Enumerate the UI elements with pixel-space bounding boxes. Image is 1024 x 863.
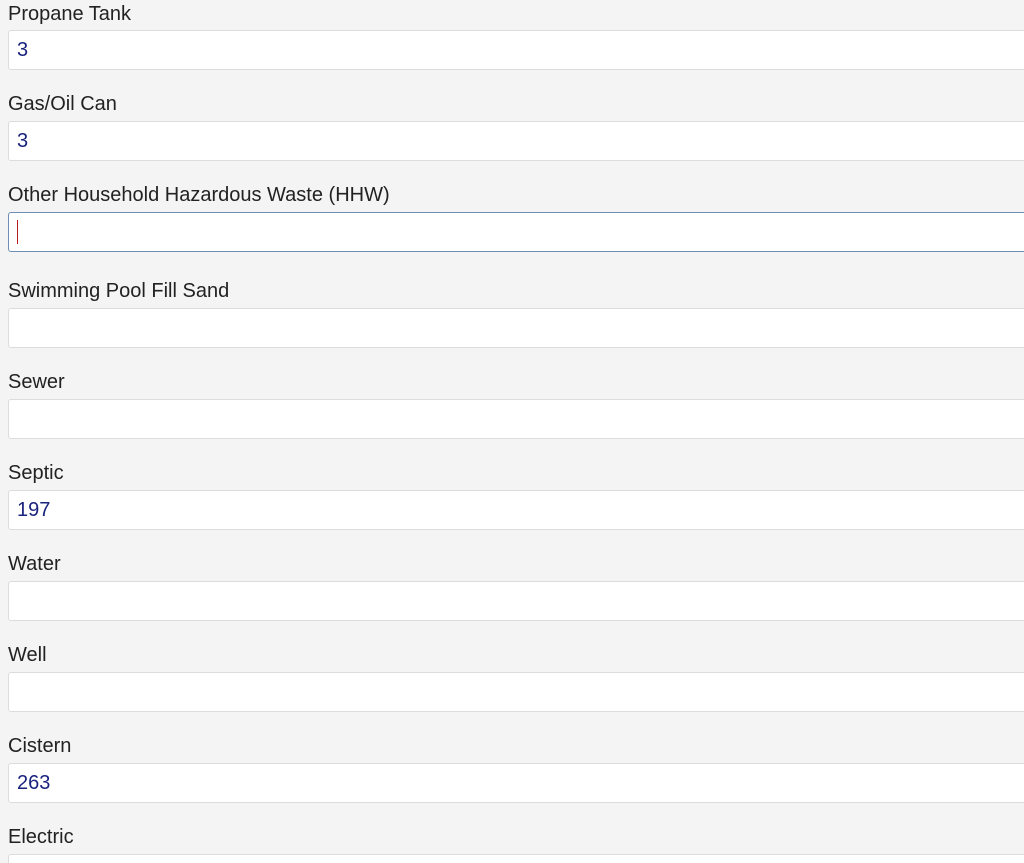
gas-oil-can-label: Gas/Oil Can bbox=[8, 93, 117, 115]
water-label: Water bbox=[8, 553, 61, 575]
septic-label: Septic bbox=[8, 462, 64, 484]
electric-label: Electric bbox=[8, 826, 74, 848]
well-label: Well bbox=[8, 644, 47, 666]
swimming-pool-fill-sand-label: Swimming Pool Fill Sand bbox=[8, 280, 230, 302]
text-caret bbox=[17, 219, 18, 244]
cistern-label: Cistern bbox=[8, 735, 72, 757]
propane-tank-input[interactable]: 3 bbox=[8, 30, 1024, 70]
sewer-input[interactable] bbox=[8, 399, 1024, 439]
septic-input[interactable]: 197 bbox=[8, 490, 1024, 530]
gas-oil-can-input[interactable]: 3 bbox=[8, 121, 1024, 161]
other-hhw-input[interactable] bbox=[8, 212, 1024, 252]
cistern-input[interactable]: 263 bbox=[8, 763, 1024, 803]
water-input[interactable] bbox=[8, 581, 1024, 621]
hazard-utilities-form: Propane Tank 3 Gas/Oil Can 3 Other House… bbox=[0, 0, 1024, 863]
sewer-label: Sewer bbox=[8, 371, 65, 393]
swimming-pool-fill-sand-input[interactable] bbox=[8, 308, 1024, 348]
electric-input[interactable] bbox=[8, 854, 1024, 863]
other-hhw-label: Other Household Hazardous Waste (HHW) bbox=[8, 184, 390, 206]
propane-tank-label: Propane Tank bbox=[8, 3, 132, 25]
well-input[interactable] bbox=[8, 672, 1024, 712]
